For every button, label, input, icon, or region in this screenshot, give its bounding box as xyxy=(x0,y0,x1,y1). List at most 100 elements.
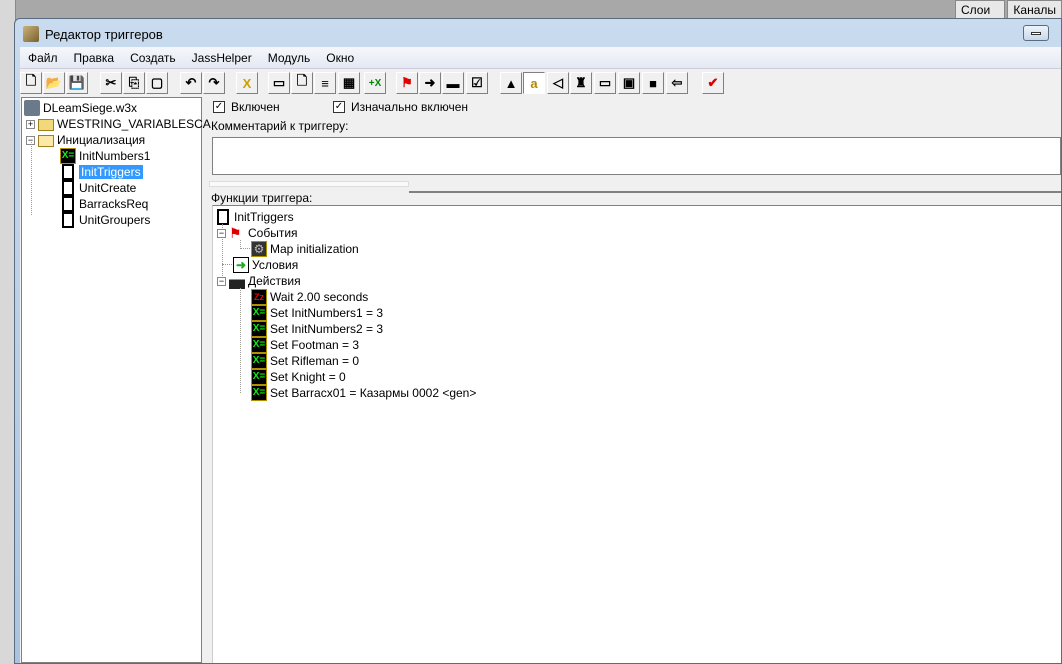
sound-icon: ◁ xyxy=(553,75,563,90)
trigger-icon xyxy=(62,180,74,196)
expand-icon[interactable]: + xyxy=(26,119,35,129)
menu-window[interactable]: Окно xyxy=(318,51,362,65)
open-button[interactable]: 📂 xyxy=(43,72,65,94)
action-item[interactable]: X= Set Footman = 3 xyxy=(251,337,359,353)
scroll-icon xyxy=(23,26,39,42)
action-item[interactable]: X= Set InitNumbers2 = 3 xyxy=(251,321,383,337)
new-action-button[interactable]: ▬ xyxy=(442,72,464,94)
test-map-button[interactable]: ✔ xyxy=(702,72,724,94)
undo-button[interactable]: ↶ xyxy=(180,72,202,94)
variables-button[interactable]: X xyxy=(236,72,258,94)
sound-button[interactable]: ◁ xyxy=(547,72,569,94)
open-icon: 📂 xyxy=(45,75,63,90)
paste-button[interactable]: ▢ xyxy=(146,72,168,94)
splitter[interactable] xyxy=(209,181,409,187)
set-variable-icon: X= xyxy=(251,321,267,337)
script-icon: ▦ xyxy=(342,75,356,90)
tree-item-initnumbers1[interactable]: X= InitNumbers1 xyxy=(60,148,150,164)
collapse-icon[interactable]: − xyxy=(217,276,226,286)
new-condition-icon: ➜ xyxy=(424,75,436,90)
trigger-icon xyxy=(62,164,74,180)
set-variable-icon: X= xyxy=(251,305,267,321)
tab-layers[interactable]: Слои × xyxy=(955,0,1006,31)
collapse-icon[interactable]: − xyxy=(217,228,226,238)
action-item[interactable]: X= Set Knight = 0 xyxy=(251,369,346,385)
text-icon: a xyxy=(530,75,538,91)
background-tabs: Слои × Каналы xyxy=(955,0,1062,31)
set-variable-icon: X= xyxy=(251,385,267,401)
minimize-icon xyxy=(1031,32,1041,35)
new-comment-button[interactable]: ≡ xyxy=(314,72,336,94)
tree-item-inittriggers[interactable]: InitTriggers xyxy=(60,164,143,180)
action-item[interactable]: X= Set Barracx01 = Казармы 0002 <gen> xyxy=(251,385,476,401)
checklist-button[interactable]: ☑ xyxy=(466,72,488,94)
menu-file[interactable]: Файл xyxy=(20,51,66,65)
comment-input[interactable] xyxy=(212,137,1061,175)
initially-on-checkbox[interactable]: ✓ Изначально включен xyxy=(333,100,468,114)
ai-button[interactable]: ▣ xyxy=(618,72,640,94)
menu-edit[interactable]: Правка xyxy=(66,51,123,65)
copy-button[interactable]: ⎘ xyxy=(123,72,145,94)
terrain-icon: ▲ xyxy=(504,75,518,91)
func-trigger-name[interactable]: InitTriggers xyxy=(215,209,294,225)
new-variable-icon: +X xyxy=(368,77,382,89)
functions-tree[interactable]: InitTriggers − ⚑ События ⚙ Map initializati… xyxy=(212,205,1061,663)
enabled-checkbox[interactable]: ✓ Включен xyxy=(213,100,280,114)
unit-button[interactable]: ♜ xyxy=(570,72,592,94)
new-category-button[interactable]: ▭ xyxy=(268,72,290,94)
action-item[interactable]: X= Set InitNumbers1 = 3 xyxy=(251,305,383,321)
map-icon xyxy=(24,100,40,116)
tree-item-unitcreate[interactable]: UnitCreate xyxy=(60,180,136,196)
import-icon: ⇦ xyxy=(671,75,683,90)
check-icon: ✓ xyxy=(333,101,345,113)
redo-button[interactable]: ↷ xyxy=(203,72,225,94)
new-comment-icon: ≡ xyxy=(321,75,329,91)
menu-create[interactable]: Создать xyxy=(122,51,184,65)
trigger-icon xyxy=(217,209,229,225)
text-button[interactable]: a xyxy=(523,72,545,94)
tree-item-unitgroupers[interactable]: UnitGroupers xyxy=(60,212,150,228)
func-events[interactable]: − ⚑ События xyxy=(217,225,298,241)
func-actions[interactable]: − Действия xyxy=(217,273,301,289)
set-variable-icon: X= xyxy=(251,353,267,369)
item-button[interactable]: ▭ xyxy=(594,72,616,94)
action-item[interactable]: Zz Wait 2.00 seconds xyxy=(251,289,368,305)
trigger-properties: ✓ Включен ✓ Изначально включен Комментарий… xyxy=(209,97,1061,663)
redo-icon: ↷ xyxy=(208,75,220,90)
set-variable-icon: X= xyxy=(251,369,267,385)
import-button[interactable]: ⇦ xyxy=(666,72,688,94)
new-variable-button[interactable]: +X xyxy=(364,72,386,94)
new-condition-button[interactable]: ➜ xyxy=(419,72,441,94)
save-button[interactable]: 💾 xyxy=(66,72,88,94)
variables-icon: X xyxy=(242,75,252,91)
new-button[interactable]: 🗋 xyxy=(20,72,42,94)
new-event-button[interactable]: ⚑ xyxy=(396,72,418,94)
copy-icon: ⎘ xyxy=(128,75,140,90)
tab-channels[interactable]: Каналы xyxy=(1007,0,1062,19)
new-icon: 🗋 xyxy=(25,73,37,88)
object-button[interactable]: ■ xyxy=(642,72,664,94)
minimize-button[interactable] xyxy=(1023,25,1049,41)
set-variable-icon: X= xyxy=(251,337,267,353)
check-icon: ✓ xyxy=(213,101,225,113)
tree-item-barracksreq[interactable]: BarracksReq xyxy=(60,196,148,212)
object-icon: ■ xyxy=(649,75,657,91)
unit-icon: ♜ xyxy=(575,75,587,90)
cut-button[interactable]: ✂ xyxy=(100,72,122,94)
functions-label: Функции триггера: xyxy=(211,191,313,205)
menu-jasshelper[interactable]: JassHelper xyxy=(184,51,260,65)
trigger-icon xyxy=(62,212,74,228)
trigger-tree[interactable]: DLeamSiege.w3x + WESTRING_VARIABLESCA − Ин… xyxy=(21,97,211,663)
tree-root[interactable]: DLeamSiege.w3x xyxy=(24,100,137,116)
func-conditions[interactable]: ➜ Условия xyxy=(233,257,298,273)
tree-folder-variables[interactable]: + WESTRING_VARIABLESCA xyxy=(26,116,211,132)
terrain-button[interactable]: ▲ xyxy=(500,72,522,94)
menu-module[interactable]: Модуль xyxy=(260,51,319,65)
action-item[interactable]: X= Set Rifleman = 0 xyxy=(251,353,359,369)
new-trigger-button[interactable]: 🗋 xyxy=(291,72,313,94)
func-event-item[interactable]: ⚙ Map initialization xyxy=(251,241,359,257)
new-trigger-icon: 🗋 xyxy=(296,73,308,88)
condition-icon: ➜ xyxy=(233,257,249,273)
script-button[interactable]: ▦ xyxy=(338,72,360,94)
clapperboard-icon xyxy=(229,273,245,289)
